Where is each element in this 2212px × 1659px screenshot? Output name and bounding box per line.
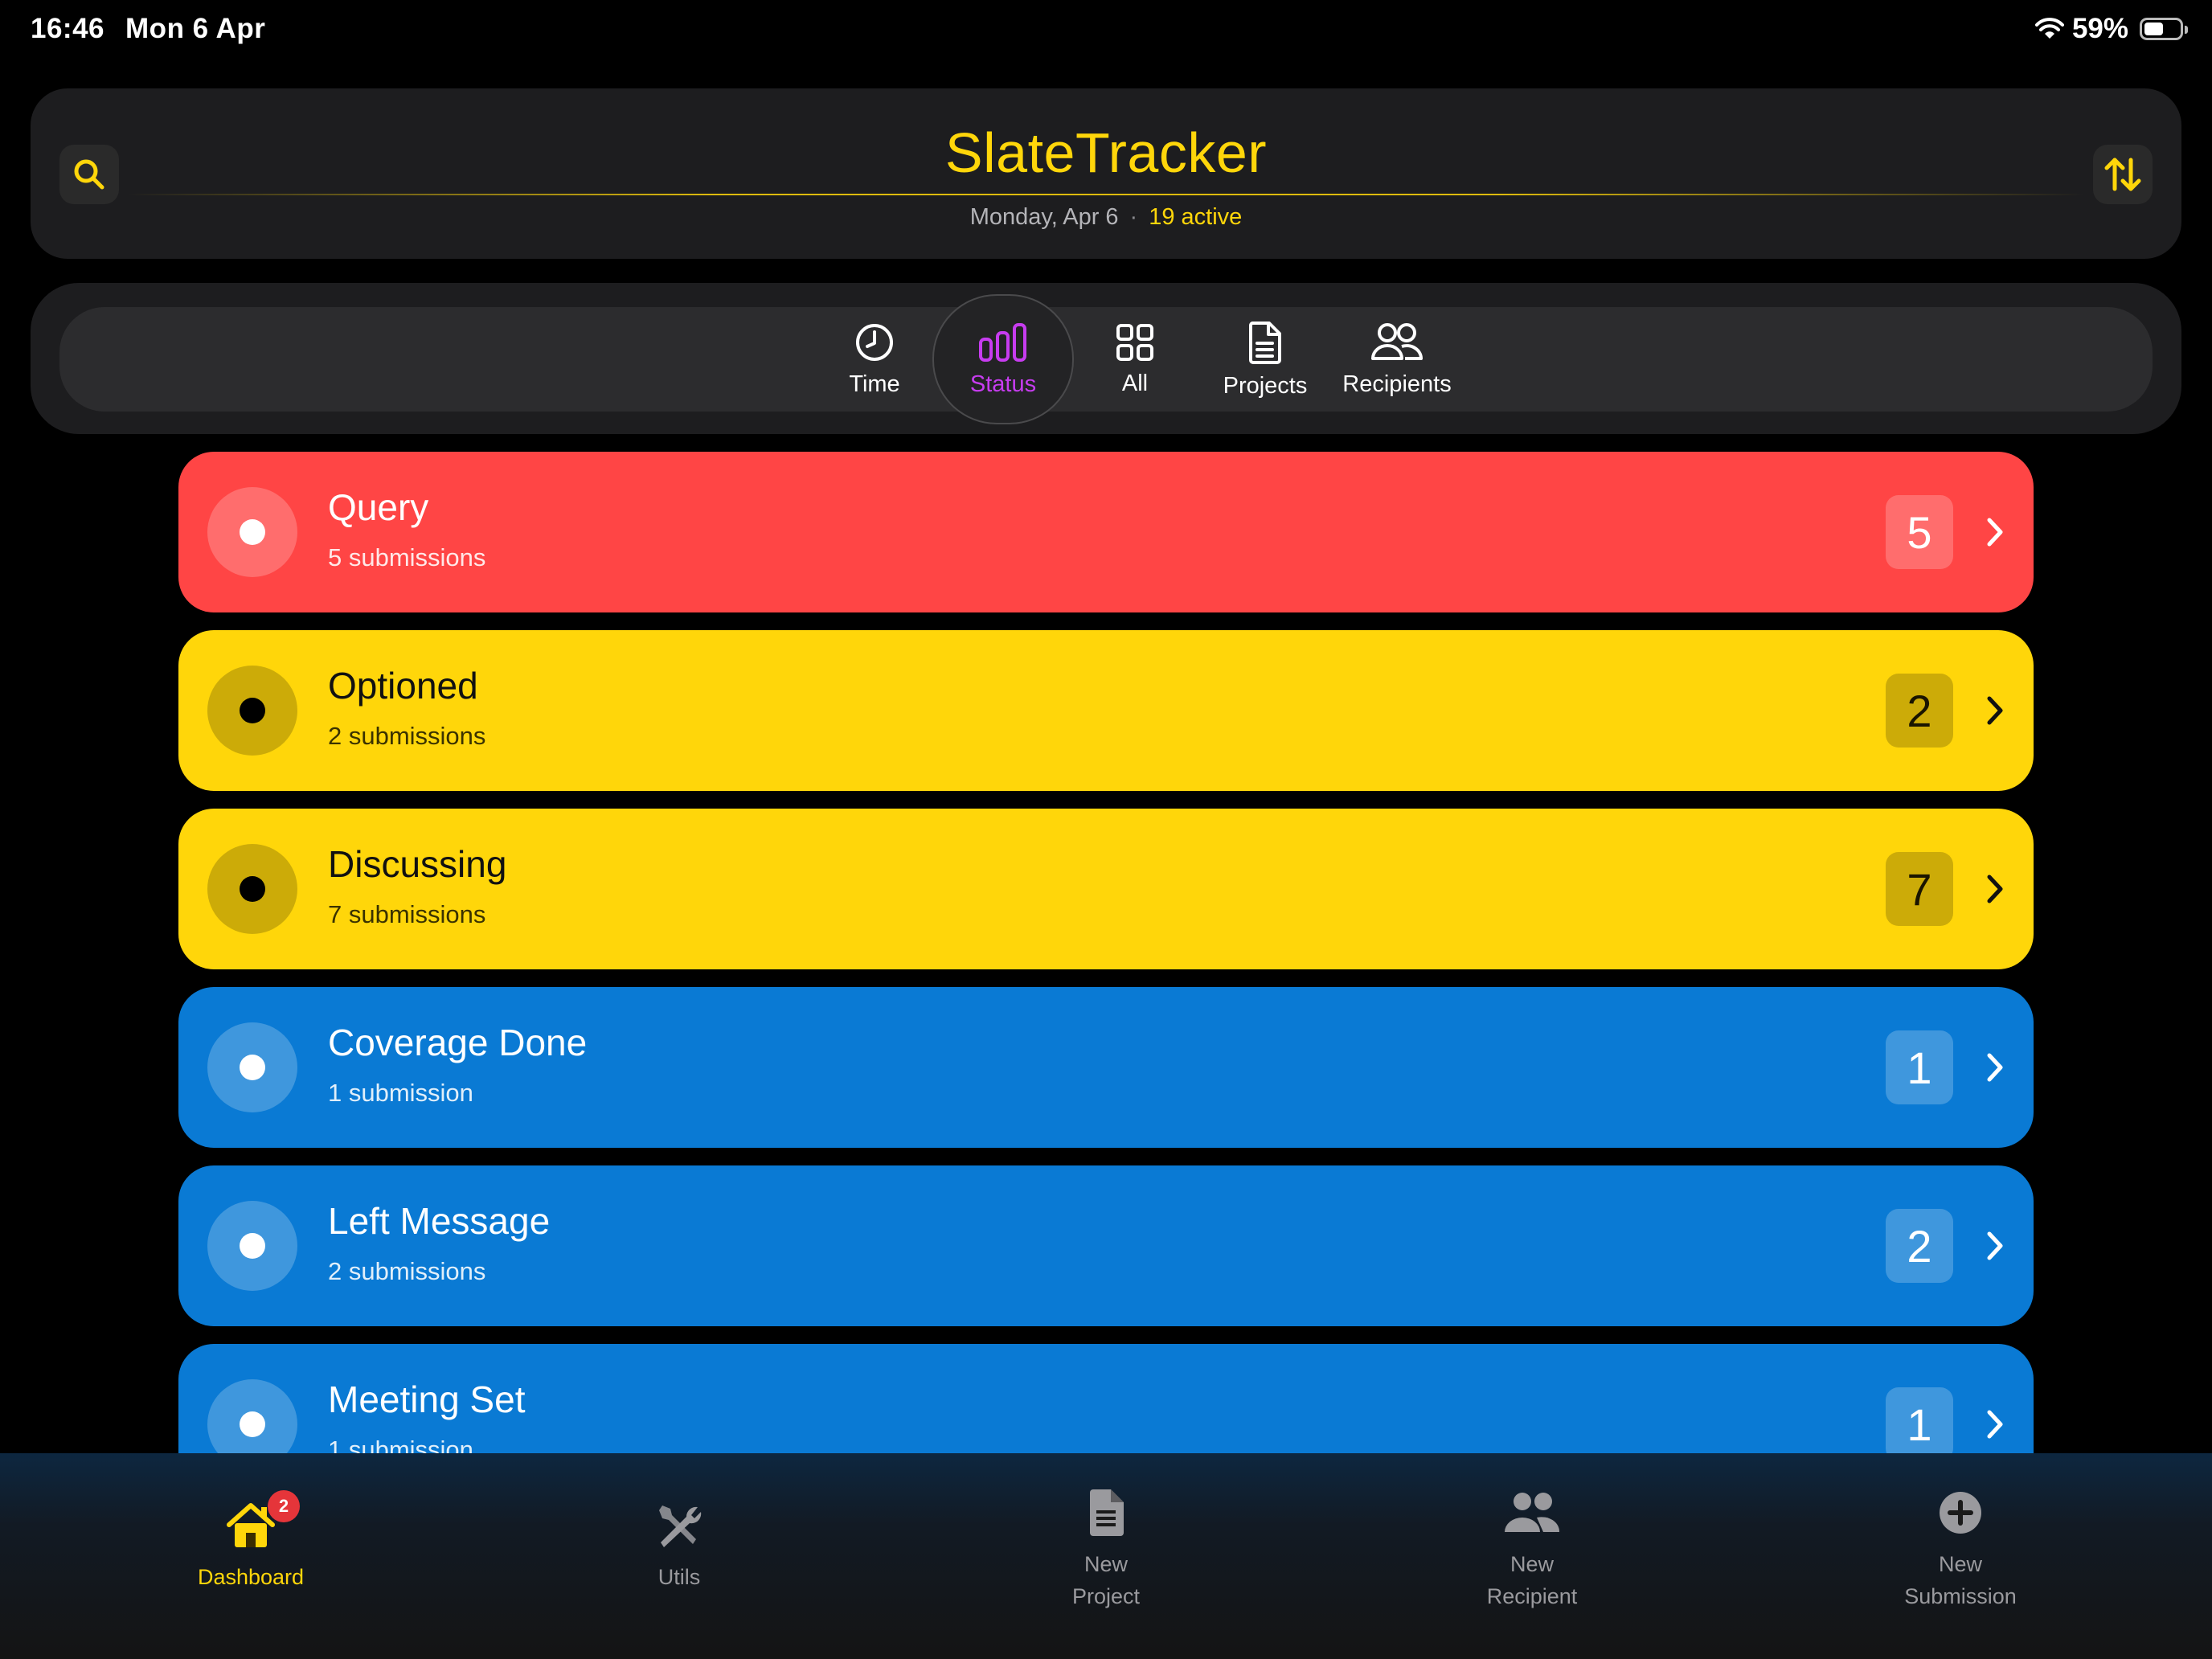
- tab-recipients-label: Recipients: [1342, 371, 1452, 397]
- tools-icon: [659, 1505, 702, 1547]
- bar-chart-icon: [979, 322, 1026, 362]
- nav-new-submission-label: New Submission: [1904, 1548, 2017, 1612]
- new-document-icon: [1090, 1489, 1124, 1536]
- bottom-tab-bar: 2 Dashboard Utils New Project New Recipi…: [0, 1453, 2212, 1659]
- status-indicators: 59%: [2034, 13, 2188, 45]
- people-icon: [1371, 322, 1423, 360]
- plus-circle-icon: [1940, 1492, 1981, 1534]
- sort-button[interactable]: [2093, 145, 2153, 204]
- people-fill-icon: [1505, 1493, 1560, 1532]
- submission-count-text: 1 submission: [328, 1079, 473, 1107]
- tab-status-label: Status: [969, 371, 1037, 397]
- status-row-coverage-done[interactable]: Coverage Done 1 submission 1: [178, 987, 2034, 1148]
- app-title: SlateTracker: [944, 121, 1268, 184]
- count-badge: 5: [1886, 495, 1953, 569]
- nav-dashboard[interactable]: 2 Dashboard: [130, 1453, 371, 1659]
- clock-icon: [856, 323, 893, 361]
- status-row-discussing[interactable]: Discussing 7 submissions 7: [178, 809, 2034, 969]
- nav-new-recipient-line1: New: [1509, 1552, 1554, 1576]
- status-dot-icon: [207, 844, 297, 934]
- chevron-right-icon: [1981, 1047, 2009, 1088]
- tab-recipients[interactable]: Recipients: [1326, 294, 1468, 424]
- nav-utils-label: Utils: [657, 1565, 701, 1589]
- status-name: Discussing: [328, 843, 507, 885]
- status-time-date: 16:46 Mon 6 Apr: [31, 13, 286, 45]
- sort-arrows-icon: [2104, 158, 2141, 191]
- status-row-query[interactable]: Query 5 submissions 5: [178, 452, 2034, 612]
- status-name: Coverage Done: [328, 1022, 588, 1063]
- submission-count-text: 2 submissions: [328, 722, 486, 750]
- tab-projects-label: Projects: [1223, 372, 1308, 399]
- header-subtitle: Monday, Apr 6 · 19 active: [31, 204, 2181, 231]
- count-badge: 1: [1886, 1387, 1953, 1461]
- count-badge: 7: [1886, 852, 1953, 926]
- view-mode-bar: Time Status All Projects Recipients: [31, 283, 2181, 434]
- subtitle-separator: ·: [1129, 204, 1138, 230]
- wifi-icon: [2034, 18, 2064, 39]
- tab-all[interactable]: All: [1064, 294, 1206, 424]
- nav-dashboard-label: Dashboard: [197, 1565, 305, 1589]
- notification-badge: 2: [268, 1490, 300, 1522]
- system-status-bar: 16:46 Mon 6 Apr 59%: [0, 0, 2212, 64]
- count-badge: 2: [1886, 1209, 1953, 1283]
- nav-new-submission-line2: Submission: [1904, 1584, 2017, 1608]
- tab-all-label: All: [1121, 370, 1149, 396]
- tab-status[interactable]: Status: [932, 294, 1074, 424]
- status-name: Left Message: [328, 1200, 551, 1242]
- nav-new-project-label: New Project: [1072, 1548, 1140, 1612]
- count-badge: 1: [1886, 1030, 1953, 1104]
- battery-icon: [2140, 18, 2188, 40]
- status-name: Query: [328, 486, 429, 528]
- status-dot-icon: [207, 666, 297, 756]
- count-badge: 2: [1886, 674, 1953, 748]
- nav-utils[interactable]: Utils: [559, 1453, 800, 1659]
- app-header: SlateTracker Monday, Apr 6 · 19 active: [31, 88, 2181, 259]
- status-dot-icon: [207, 487, 297, 577]
- title-divider: [127, 194, 2085, 195]
- nav-new-recipient-line2: Recipient: [1486, 1584, 1578, 1608]
- status-row-optioned[interactable]: Optioned 2 submissions 2: [178, 630, 2034, 791]
- document-icon: [1249, 321, 1281, 364]
- tab-time-label: Time: [849, 371, 900, 397]
- chevron-right-icon: [1981, 868, 2009, 910]
- status-time: 16:46: [31, 13, 105, 44]
- nav-new-recipient-label: New Recipient: [1487, 1548, 1578, 1612]
- battery-percent: 59%: [2071, 13, 2128, 44]
- view-mode-track: Time Status All Projects Recipients: [59, 294, 2153, 424]
- chevron-right-icon: [1981, 1403, 2009, 1445]
- nav-new-submission-line1: New: [1938, 1552, 1982, 1576]
- chevron-right-icon: [1981, 511, 2009, 553]
- status-name: Meeting Set: [328, 1378, 526, 1420]
- submission-count-text: 2 submissions: [328, 1257, 486, 1285]
- nav-new-recipient[interactable]: New Recipient: [1411, 1453, 1653, 1659]
- grid-icon: [1116, 323, 1153, 361]
- header-date: Monday, Apr 6: [969, 204, 1119, 230]
- nav-new-project-line1: New: [1083, 1552, 1128, 1576]
- status-dot-icon: [207, 1022, 297, 1112]
- status-dot-icon: [207, 1201, 297, 1291]
- tab-time[interactable]: Time: [804, 294, 945, 424]
- chevron-right-icon: [1981, 690, 2009, 731]
- submission-count-text: 5 submissions: [328, 543, 486, 571]
- status-row-left-message[interactable]: Left Message 2 submissions 2: [178, 1165, 2034, 1326]
- nav-new-project-line2: Project: [1071, 1584, 1141, 1608]
- nav-new-submission[interactable]: New Submission: [1840, 1453, 2081, 1659]
- tab-projects[interactable]: Projects: [1194, 294, 1336, 424]
- submission-count-text: 7 submissions: [328, 900, 486, 928]
- status-date: Mon 6 Apr: [125, 13, 266, 44]
- status-name: Optioned: [328, 665, 478, 707]
- active-count: 19 active: [1149, 204, 1243, 230]
- chevron-right-icon: [1981, 1225, 2009, 1267]
- nav-new-project[interactable]: New Project: [985, 1453, 1227, 1659]
